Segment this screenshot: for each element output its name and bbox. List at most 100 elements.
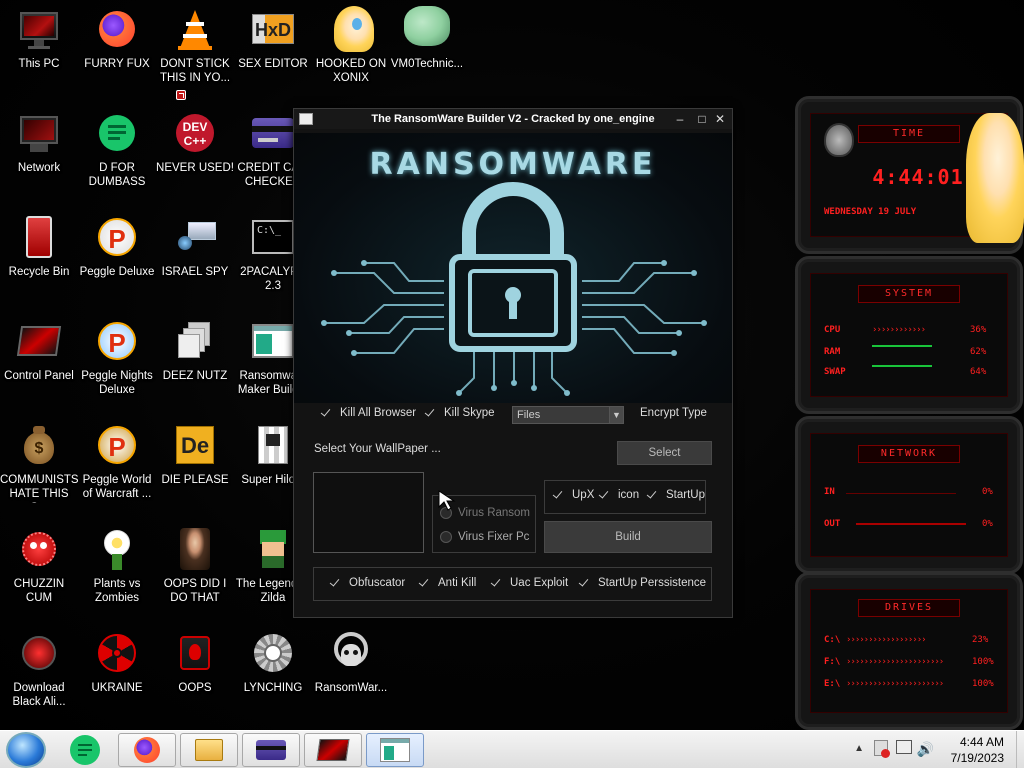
money-bag-icon: $ — [16, 422, 62, 468]
obfuscator-checkbox[interactable]: Obfuscator — [329, 577, 405, 589]
network-gadget: NETWORK IN 0% OUT 0% — [795, 416, 1023, 574]
skull-icon — [328, 630, 374, 676]
uac-exploit-checkbox[interactable]: Uac Exploit — [490, 577, 568, 589]
swap-value: 64% — [970, 367, 987, 377]
app-window-icon — [250, 318, 296, 364]
icon-label: Recycle Bin — [8, 266, 70, 278]
desktop-icon-communists[interactable]: $ COMMUNISTS HATE THIS G... — [0, 416, 78, 516]
kill-all-browser-label: Kill All Browser — [340, 407, 417, 419]
system-clock[interactable]: 4:44 AM 7/19/2023 — [951, 734, 1004, 766]
in-label: IN — [824, 487, 835, 497]
build-button[interactable]: Build — [544, 521, 712, 553]
upx-checkbox[interactable]: UpX — [552, 489, 594, 501]
startup-checkbox[interactable]: StartUp — [646, 489, 705, 501]
desktop-icon-never-used[interactable]: DEV C++ NEVER USED! — [156, 104, 234, 204]
hxd-icon: HxD — [250, 6, 296, 52]
desktop-icon-chuzzin-cum[interactable]: CHUZZIN CUM — [0, 520, 78, 620]
icon-label: Plants vs Zombies — [93, 578, 141, 604]
desktop-icon-ukraine[interactable]: UKRAINE — [78, 624, 156, 724]
startup-label: StartUp — [666, 489, 705, 501]
desktop-icon-vm0technic[interactable]: VM0Technic... — [388, 0, 466, 100]
icon-label: COMMUNISTS HATE THIS G... — [0, 474, 78, 503]
swap-label: SWAP — [824, 367, 846, 377]
virus-fixer-radio[interactable]: Virus Fixer Pc — [440, 531, 529, 543]
show-desktop-button[interactable] — [1016, 731, 1024, 768]
icon-label: This PC — [18, 58, 60, 70]
desktop-icon-furry-fux[interactable]: FURRY FUX — [78, 0, 186, 100]
padlock-circuit-art — [321, 182, 707, 396]
in-value: 0% — [982, 487, 993, 497]
network-icon — [16, 110, 62, 156]
network-tray-icon[interactable] — [896, 740, 912, 754]
window-title: The RansomWare Builder V2 - Cracked by o… — [371, 113, 655, 125]
anime-girl-icon — [328, 6, 374, 52]
show-hidden-icons-icon[interactable]: ▲ — [854, 743, 864, 754]
action-center-icon[interactable] — [874, 740, 890, 758]
icon-label: CHUZZIN CUM — [13, 578, 65, 604]
desktop-icon-sex-editor[interactable]: HxD SEX EDITOR — [234, 0, 312, 100]
desktop-icon-control-panel[interactable]: Control Panel — [0, 312, 78, 412]
checkmark-icon — [418, 577, 430, 589]
desktop-icon-recycle-bin[interactable]: Recycle Bin — [0, 208, 78, 308]
minimize-button[interactable]: – — [670, 109, 690, 129]
drive-e-label: E:\ — [824, 679, 841, 689]
obfuscator-label: Obfuscator — [349, 577, 406, 589]
ram-value: 62% — [970, 347, 987, 357]
file-explorer-taskbar-button[interactable] — [180, 733, 238, 767]
ransomware-builder-taskbar-button[interactable] — [366, 733, 424, 767]
gadget-title: NETWORK — [858, 445, 960, 463]
start-orb-icon[interactable] — [6, 732, 46, 768]
desktop-icon-israel-spy[interactable]: ISRAEL SPY — [156, 208, 234, 308]
d-for-dumbass-taskbar-icon[interactable] — [70, 735, 100, 765]
icon-checkbox[interactable]: icon — [598, 489, 639, 501]
window-titlebar[interactable]: The RansomWare Builder V2 - Cracked by o… — [294, 109, 732, 129]
desktop-icon-d-for-dumbass[interactable]: D FOR DUMBASS — [78, 104, 156, 204]
icon-label: VM0Technic... — [390, 58, 464, 70]
desktop-icon-peggle-deluxe[interactable]: P Peggle Deluxe — [78, 208, 156, 308]
maximize-button[interactable]: □ — [692, 109, 712, 129]
select-button[interactable]: Select — [617, 441, 712, 465]
icon-label: Network — [17, 162, 61, 174]
icon-label: ISRAEL SPY — [161, 266, 229, 278]
ransomware-taskbar-button[interactable] — [304, 733, 362, 767]
desktop-icon-peggle-world[interactable]: P Peggle World of Warcraft ... — [78, 416, 156, 516]
icon-label: DEEZ NUTZ — [162, 370, 228, 382]
volume-icon[interactable]: 🔊 — [917, 741, 934, 758]
cpu-bar: ›››››››››››› — [872, 325, 926, 335]
desktop-icon-hooked-on-xonix[interactable]: HOOKED ON XONIX — [312, 0, 390, 100]
kill-skype-checkbox[interactable]: Kill Skype — [424, 407, 495, 419]
desktop-icon-oops[interactable]: OOPS — [156, 624, 234, 724]
anti-kill-label: Anti Kill — [438, 577, 477, 589]
cpu-value: 36% — [970, 325, 987, 335]
startup-persistence-checkbox[interactable]: StartUp Perssistence — [578, 577, 706, 589]
devcpp-icon: DEV C++ — [172, 110, 218, 156]
icon-label: LYNCHING — [243, 682, 303, 694]
encrypt-type-select[interactable]: Files ▼ — [512, 406, 624, 424]
desktop-icon-oops-did-i[interactable]: OOPS DID I DO THAT — [156, 520, 234, 620]
desktop-icon-die-please[interactable]: De DIE PLEASE — [156, 416, 234, 516]
anti-kill-checkbox[interactable]: Anti Kill — [418, 577, 476, 589]
ransomware-banner: RANSOMWARE — [294, 133, 732, 403]
firefox-icon — [94, 6, 140, 52]
close-button[interactable]: ✕ — [710, 109, 730, 129]
red-app-icon — [316, 739, 350, 761]
kill-all-browser-checkbox[interactable]: Kill All Browser — [320, 407, 416, 419]
desktop-icon-peggle-nights[interactable]: P Peggle Nights Deluxe — [78, 312, 156, 412]
firefox-taskbar-button[interactable] — [118, 733, 176, 767]
desktop-icon-ransomwar[interactable]: RansomWar... — [312, 624, 390, 724]
ram-bar — [872, 345, 932, 347]
desktop-icon-deez-nutz[interactable]: DEEZ NUTZ — [156, 312, 234, 412]
virus-fixer-label: Virus Fixer Pc — [458, 531, 530, 543]
desktop-icon-dont-stick[interactable]: DONT STICK THIS IN YO... — [156, 0, 234, 100]
credit-card-taskbar-button[interactable] — [242, 733, 300, 767]
network-share-icon — [172, 214, 218, 260]
ransomware-builder-window[interactable]: The RansomWare Builder V2 - Cracked by o… — [293, 108, 733, 618]
desktop-icon-this-pc[interactable]: This PC — [0, 0, 78, 100]
desktop-icon-lynching[interactable]: LYNCHING — [234, 624, 312, 724]
drive-c-value: 23% — [972, 635, 989, 645]
recycle-bin-icon — [16, 214, 62, 260]
desktop-icon-network[interactable]: Network — [0, 104, 78, 204]
desktop-icon-plants-vs-zombies[interactable]: Plants vs Zombies — [78, 520, 156, 620]
icon-label: SEX EDITOR — [238, 58, 308, 70]
desktop-icon-download-black-alien[interactable]: Download Black Ali... — [0, 624, 78, 724]
